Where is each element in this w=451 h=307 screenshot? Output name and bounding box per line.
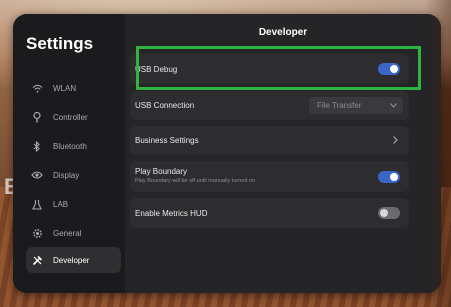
bluetooth-icon <box>29 140 45 152</box>
controller-icon <box>29 111 45 123</box>
sidebar-item-controller[interactable]: Controller <box>26 104 121 130</box>
wifi-icon <box>29 84 45 93</box>
sidebar-item-label: WLAN <box>53 83 77 93</box>
sidebar-title: Settings <box>26 34 94 53</box>
sidebar-item-wlan[interactable]: WLAN <box>26 75 121 101</box>
play-boundary-label: Play Boundary <box>135 167 188 176</box>
sidebar-item-label: Display <box>53 170 80 180</box>
usb-connection-value: File Transfer <box>317 101 362 110</box>
metrics-hud-label: Enable Metrics HUD <box>135 209 208 218</box>
business-settings-label: Business Settings <box>135 136 199 145</box>
sidebar-item-label: LAB <box>53 199 69 209</box>
page-title: Developer <box>258 27 308 38</box>
gear-icon <box>29 228 45 239</box>
play-boundary-row[interactable]: Play Boundary Play Boundary will be off … <box>130 161 409 192</box>
chevron-down-icon <box>390 101 397 110</box>
sidebar-item-label: Bluetooth <box>53 141 87 151</box>
sidebar: Settings WLAN Controller Bluetooth Displ… <box>13 14 125 293</box>
sidebar-item-display[interactable]: Display <box>26 162 121 188</box>
sidebar-item-label: Developer <box>53 255 90 265</box>
metrics-hud-row[interactable]: Enable Metrics HUD <box>130 198 409 228</box>
business-settings-row[interactable]: Business Settings <box>130 126 409 155</box>
metrics-hud-toggle[interactable] <box>378 207 400 219</box>
usb-debug-highlight <box>136 46 421 90</box>
play-boundary-description: Play Boundary will be off until manually… <box>135 178 256 184</box>
sidebar-item-lab[interactable]: LAB <box>26 191 121 217</box>
sidebar-item-developer[interactable]: Developer <box>26 247 121 273</box>
usb-connection-row: USB Connection File Transfer <box>130 91 409 120</box>
chevron-right-icon <box>393 136 398 146</box>
flask-icon <box>29 199 45 210</box>
sidebar-item-general[interactable]: General <box>26 220 121 246</box>
play-boundary-toggle[interactable] <box>378 171 400 183</box>
tools-icon <box>29 255 45 266</box>
usb-connection-select[interactable]: File Transfer <box>309 97 403 114</box>
sidebar-item-bluetooth[interactable]: Bluetooth <box>26 133 121 159</box>
sidebar-item-label: Controller <box>53 112 88 122</box>
sidebar-item-label: General <box>53 228 82 238</box>
usb-connection-label: USB Connection <box>135 101 195 110</box>
eye-icon <box>29 171 45 179</box>
